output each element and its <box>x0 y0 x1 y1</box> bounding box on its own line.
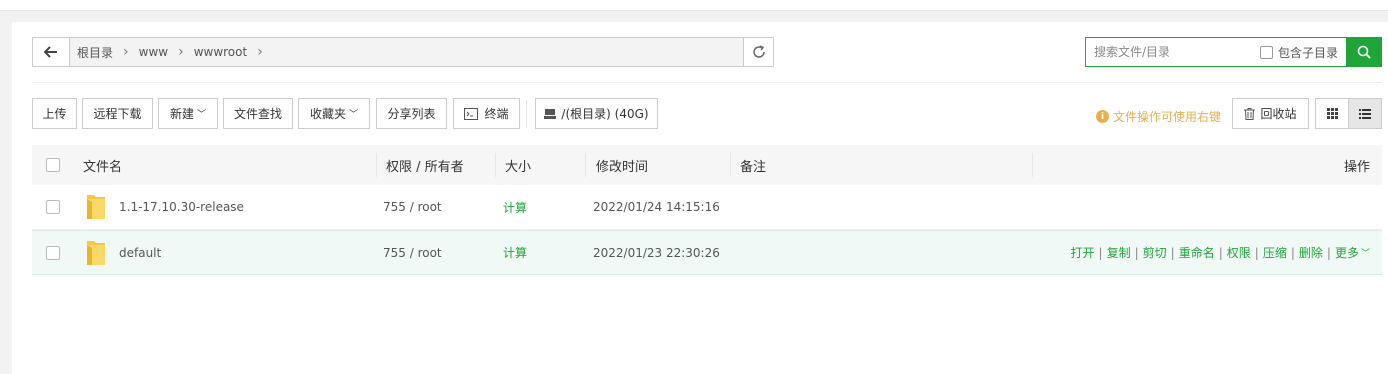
column-separator <box>495 153 496 177</box>
file-mtime: 2022/01/24 14:15:16 <box>593 200 720 214</box>
op-permission[interactable]: 权限 <box>1227 244 1251 261</box>
row-operations: 打开 | 复制 | 剪切 | 重命名 | 权限 | 压缩 | 删除 | 更多 ﹀ <box>1070 244 1370 261</box>
op-cut[interactable]: 剪切 <box>1143 244 1167 261</box>
search-box: 包含子目录 <box>1085 37 1382 67</box>
toolbar-separator <box>526 100 527 128</box>
file-name[interactable]: 1.1-17.10.30-release <box>119 185 244 229</box>
recycle-bin-button[interactable]: 回收站 <box>1232 98 1309 129</box>
trash-icon <box>1244 107 1256 120</box>
breadcrumb-root[interactable]: 根目录 <box>77 44 113 61</box>
column-separator <box>376 153 377 177</box>
search-icon <box>1357 45 1371 59</box>
file-permission[interactable]: 755 / root <box>383 231 442 274</box>
op-delete[interactable]: 删除 <box>1299 244 1323 261</box>
breadcrumb-wwwroot[interactable]: wwwroot <box>194 45 248 59</box>
back-button[interactable] <box>33 38 70 66</box>
search-button[interactable] <box>1346 37 1382 67</box>
terminal-button[interactable]: 终端 <box>453 98 520 129</box>
remote-download-label: 远程下载 <box>93 107 142 121</box>
upload-button[interactable]: 上传 <box>32 98 77 129</box>
file-size[interactable]: 计算 <box>503 185 527 229</box>
select-all-cell <box>46 145 60 185</box>
remote-download-button[interactable]: 远程下载 <box>82 98 153 129</box>
search-input[interactable] <box>1086 38 1256 66</box>
op-open[interactable]: 打开 <box>1071 244 1095 261</box>
header-ops: 操作 <box>1343 159 1370 175</box>
file-mtime: 2022/01/23 22:30:26 <box>593 245 720 260</box>
favorites-button[interactable]: 收藏夹 ﹀ <box>298 98 370 129</box>
op-rename[interactable]: 重命名 <box>1179 244 1215 261</box>
hint-text: 文件操作可使用右键 <box>1113 110 1222 124</box>
op-copy[interactable]: 复制 <box>1107 244 1131 261</box>
top-bar <box>0 0 1388 11</box>
checkbox[interactable] <box>1260 45 1273 59</box>
list-view-button[interactable] <box>1348 98 1382 129</box>
chevron-down-icon: ﹀ <box>1360 249 1370 259</box>
disk-button[interactable]: /(根目录) (40G) <box>535 98 658 129</box>
file-search-label: 文件查找 <box>233 107 282 121</box>
folder-icon <box>85 231 107 274</box>
row-checkbox[interactable] <box>46 200 60 214</box>
refresh-button[interactable] <box>743 38 773 66</box>
file-size[interactable]: 计算 <box>503 231 527 274</box>
file-permission[interactable]: 755 / root <box>383 185 442 229</box>
breadcrumb-www[interactable]: www <box>139 45 168 59</box>
context-menu-hint: i 文件操作可使用右键 <box>1096 108 1221 125</box>
share-list-label: 分享列表 <box>387 107 436 121</box>
upload-label: 上传 <box>42 107 67 121</box>
list-icon <box>1359 108 1371 119</box>
row-checkbox[interactable] <box>46 245 60 260</box>
header-note: 备注 <box>740 159 767 175</box>
column-separator <box>585 153 586 177</box>
grid-view-button[interactable] <box>1315 98 1349 129</box>
terminal-label: 终端 <box>484 107 509 121</box>
refresh-icon <box>752 45 765 58</box>
terminal-icon <box>464 107 479 120</box>
chevron-right-icon: › <box>257 44 263 60</box>
table-header: 文件名 权限 / 所有者 大小 修改时间 备注 操作 <box>32 145 1382 185</box>
column-separator <box>1032 153 1033 177</box>
op-compress[interactable]: 压缩 <box>1263 244 1287 261</box>
breadcrumb: 根目录 › www › wwwroot › <box>70 38 743 66</box>
column-separator <box>730 153 731 177</box>
header-name[interactable]: 文件名 <box>83 145 122 185</box>
grid-icon <box>1326 108 1338 119</box>
select-all-checkbox[interactable] <box>46 158 60 172</box>
include-subdir-label: 包含子目录 <box>1278 45 1339 60</box>
favorites-label: 收藏夹 <box>309 107 346 121</box>
file-name[interactable]: default <box>119 231 161 274</box>
recycle-bin-label: 回收站 <box>1260 107 1297 121</box>
file-search-button[interactable]: 文件查找 <box>223 98 293 129</box>
header-mtime[interactable]: 修改时间 <box>596 145 648 185</box>
chevron-down-icon: ﹀ <box>197 110 207 120</box>
arrow-left-icon <box>44 46 57 58</box>
chevron-right-icon: › <box>123 44 129 60</box>
share-list-button[interactable]: 分享列表 <box>376 98 447 129</box>
header-size[interactable]: 大小 <box>505 145 531 185</box>
new-label: 新建 <box>169 107 194 121</box>
folder-icon <box>85 185 107 229</box>
op-more[interactable]: 更多 <box>1335 244 1359 261</box>
divider <box>32 82 1382 83</box>
info-icon: i <box>1096 110 1109 123</box>
chevron-right-icon: › <box>178 44 184 60</box>
new-button[interactable]: 新建 ﹀ <box>158 98 218 129</box>
path-bar: 根目录 › www › wwwroot › <box>32 37 774 67</box>
table-row[interactable]: default 755 / root 计算 2022/01/23 22:30:2… <box>32 230 1382 275</box>
header-permission[interactable]: 权限 / 所有者 <box>386 145 464 185</box>
table-row[interactable]: 1.1-17.10.30-release 755 / root 计算 2022/… <box>32 185 1382 230</box>
chevron-down-icon: ﹀ <box>349 110 359 120</box>
disk-label: /(根目录) (40G) <box>561 107 649 121</box>
file-manager-panel: 根目录 › www › wwwroot › 包含子目录 上传 远程下载 新建﹀ … <box>12 22 1388 374</box>
include-subdir-checkbox[interactable]: 包含子目录 <box>1260 44 1338 61</box>
disk-icon <box>544 109 557 119</box>
